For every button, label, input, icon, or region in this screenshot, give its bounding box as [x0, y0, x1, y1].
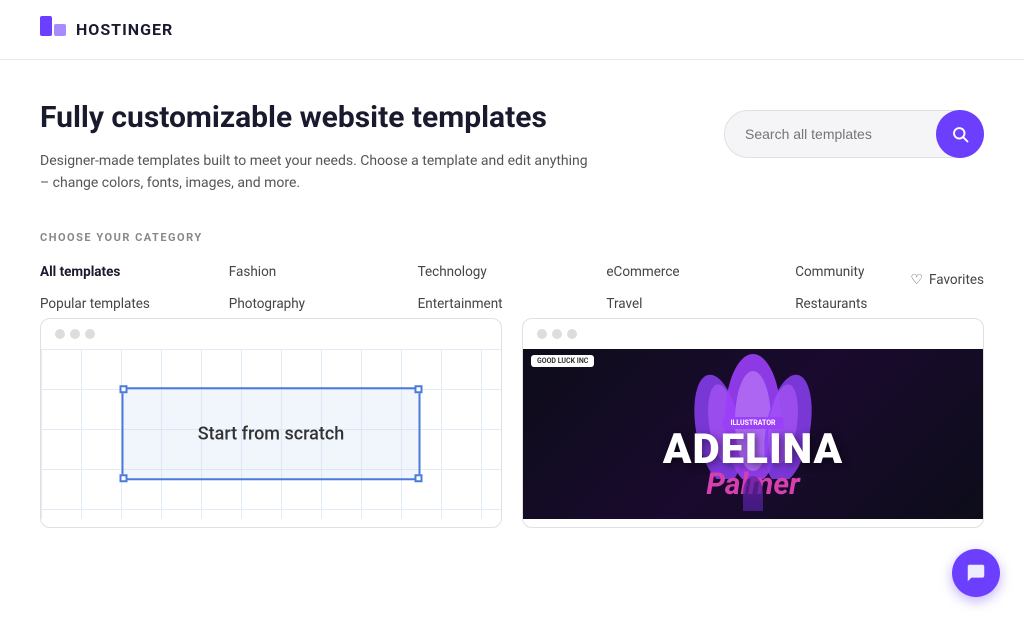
category-label: CHOOSE YOUR CATEGORY	[40, 231, 984, 244]
main-content: Fully customizable website templates Des…	[0, 60, 1024, 528]
category-popular-templates[interactable]: Popular templates	[40, 292, 229, 316]
window-dot-1	[55, 329, 65, 339]
corner-handle-bl	[120, 475, 128, 483]
header: HOSTINGER	[0, 0, 1024, 60]
blank-template-card[interactable]: Start from scratch	[40, 318, 502, 528]
corner-handle-tr	[415, 385, 423, 393]
window-dot-2	[70, 329, 80, 339]
scratch-box: Start from scratch	[122, 387, 421, 481]
category-technology[interactable]: Technology	[418, 260, 607, 284]
scratch-label: Start from scratch	[198, 423, 345, 444]
hero-description: Designer-made templates built to meet yo…	[40, 150, 600, 195]
category-travel[interactable]: Travel	[606, 292, 795, 316]
category-restaurants[interactable]: Restaurants	[795, 292, 984, 316]
blank-template-preview: Start from scratch	[41, 349, 501, 519]
template-badge: GOOD LUCK INC	[531, 355, 594, 367]
category-entertainment[interactable]: Entertainment	[418, 292, 607, 316]
figure-silhouette	[743, 476, 763, 511]
hero-section: Fully customizable website templates Des…	[40, 100, 984, 195]
search-container	[724, 110, 984, 158]
hero-text: Fully customizable website templates Des…	[40, 100, 600, 195]
adelina-template-card[interactable]: GOOD LUCK INC ILLUSTRATOR ADELINA Palmer	[522, 318, 984, 528]
heart-icon: ♡	[910, 272, 923, 288]
category-all-templates[interactable]: All templates	[40, 260, 229, 284]
favorites-label: Favorites	[929, 272, 984, 288]
logo[interactable]: HOSTINGER	[40, 16, 173, 44]
window-dot-3	[567, 329, 577, 339]
search-section	[724, 110, 984, 158]
category-photography[interactable]: Photography	[229, 292, 418, 316]
logo-text: HOSTINGER	[76, 20, 173, 39]
chat-button[interactable]	[952, 549, 1000, 597]
hero-title: Fully customizable website templates	[40, 100, 600, 136]
card-header-adelina	[523, 319, 983, 349]
category-section: CHOOSE YOUR CATEGORY All templates Popul…	[40, 231, 984, 288]
search-button[interactable]	[936, 110, 984, 158]
corner-handle-tl	[120, 385, 128, 393]
search-icon	[951, 125, 969, 143]
corner-handle-br	[415, 475, 423, 483]
category-ecommerce[interactable]: eCommerce	[606, 260, 795, 284]
card-header-blank	[41, 319, 501, 349]
window-dot-3	[85, 329, 95, 339]
favorites-link[interactable]: ♡ Favorites	[910, 272, 984, 288]
illustrator-label: ILLUSTRATOR	[722, 417, 783, 429]
adelina-preview: GOOD LUCK INC ILLUSTRATOR ADELINA Palmer	[523, 349, 983, 519]
hostinger-logo-icon	[40, 16, 68, 44]
chat-icon	[965, 562, 987, 584]
category-fashion[interactable]: Fashion	[229, 260, 418, 284]
window-dot-1	[537, 329, 547, 339]
window-dot-2	[552, 329, 562, 339]
preview-content: GOOD LUCK INC ILLUSTRATOR ADELINA Palmer	[523, 349, 983, 519]
